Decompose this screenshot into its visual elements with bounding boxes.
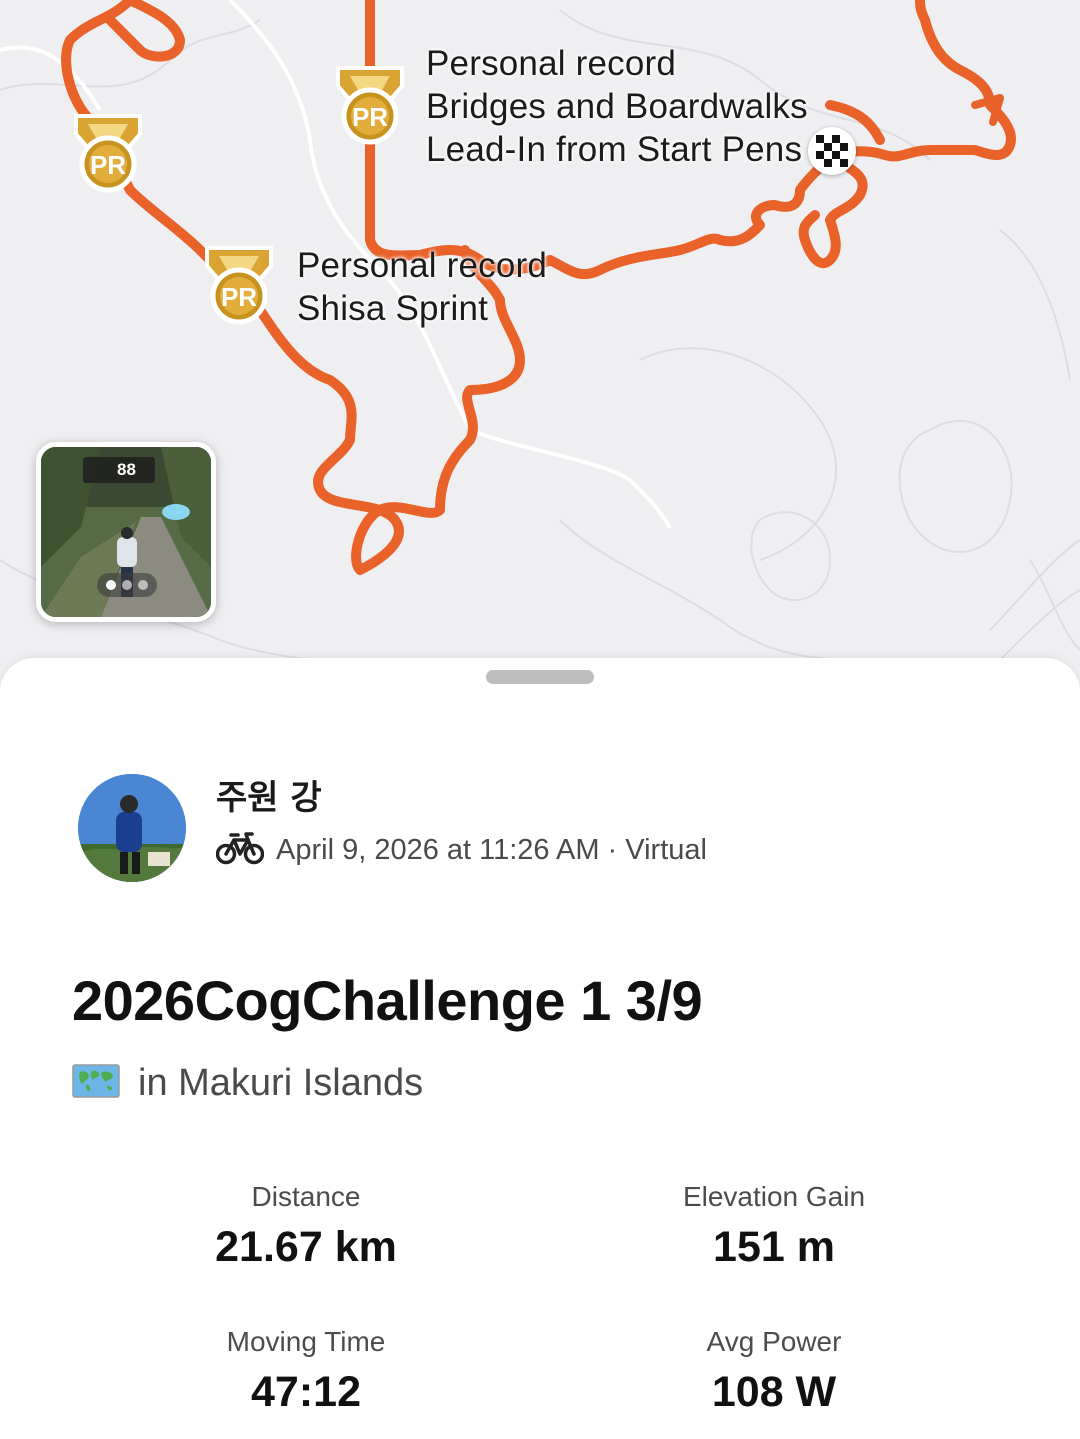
stat-value: 108 W	[711, 1368, 837, 1416]
avatar[interactable]	[78, 774, 186, 882]
stat-label: Moving Time	[226, 1326, 386, 1357]
stat-value: 21.67 km	[215, 1223, 397, 1271]
stat-label: Avg Power	[706, 1326, 842, 1357]
bike-icon	[215, 830, 265, 871]
speed-readout: 88	[83, 457, 155, 483]
pr-medal-icon[interactable]: PR	[332, 64, 408, 148]
stat-value: 151 m	[713, 1223, 835, 1271]
activity-sheet: 주원 강 April 9, 2026 at 11:26 AM · Virtual…	[0, 658, 1080, 1439]
stat-value: 47:12	[251, 1368, 361, 1416]
activity-title: 2026CogChallenge 1 3/9	[72, 969, 703, 1032]
pr-label-bridges-and-boardwalks: Personal record Bridges and Boardwalks L…	[426, 44, 808, 169]
stat-label: Distance	[251, 1181, 361, 1212]
stat-label: Elevation Gain	[682, 1181, 866, 1212]
location-text: in Makuri Islands	[138, 1061, 424, 1104]
stat-distance: Distance 21.67 km	[76, 1180, 536, 1274]
stat-avg-power: Avg Power 108 W	[544, 1325, 1004, 1419]
svg-text:PR: PR	[221, 282, 257, 312]
svg-text:PR: PR	[352, 102, 388, 132]
stat-elevation-gain: Elevation Gain 151 m	[544, 1180, 1004, 1274]
stat-moving-time: Moving Time 47:12	[76, 1325, 536, 1419]
pr-medal-icon[interactable]: PR	[70, 112, 146, 196]
activity-photo-thumbnail[interactable]: 88	[36, 442, 216, 622]
pr-label-shisa-sprint: Personal record Shisa Sprint	[297, 246, 548, 328]
sheet-drag-handle[interactable]	[486, 670, 594, 684]
direction-arrow-icon	[971, 94, 1004, 126]
activity-location: in Makuri Islands	[72, 1060, 423, 1106]
finish-flag-icon	[808, 127, 856, 175]
pr-medal-icon[interactable]: PR	[201, 244, 277, 328]
svg-text:PR: PR	[90, 150, 126, 180]
activity-date: April 9, 2026 at 11:26 AM · Virtual	[276, 833, 707, 866]
route-map[interactable]: PR PR PR Personal record Bridges and Boa…	[0, 0, 1080, 700]
photo-pager[interactable]	[97, 573, 157, 597]
athlete-name[interactable]: 주원 강	[216, 770, 322, 819]
activity-meta: April 9, 2026 at 11:26 AM · Virtual	[215, 830, 707, 871]
world-map-icon	[72, 1063, 120, 1103]
